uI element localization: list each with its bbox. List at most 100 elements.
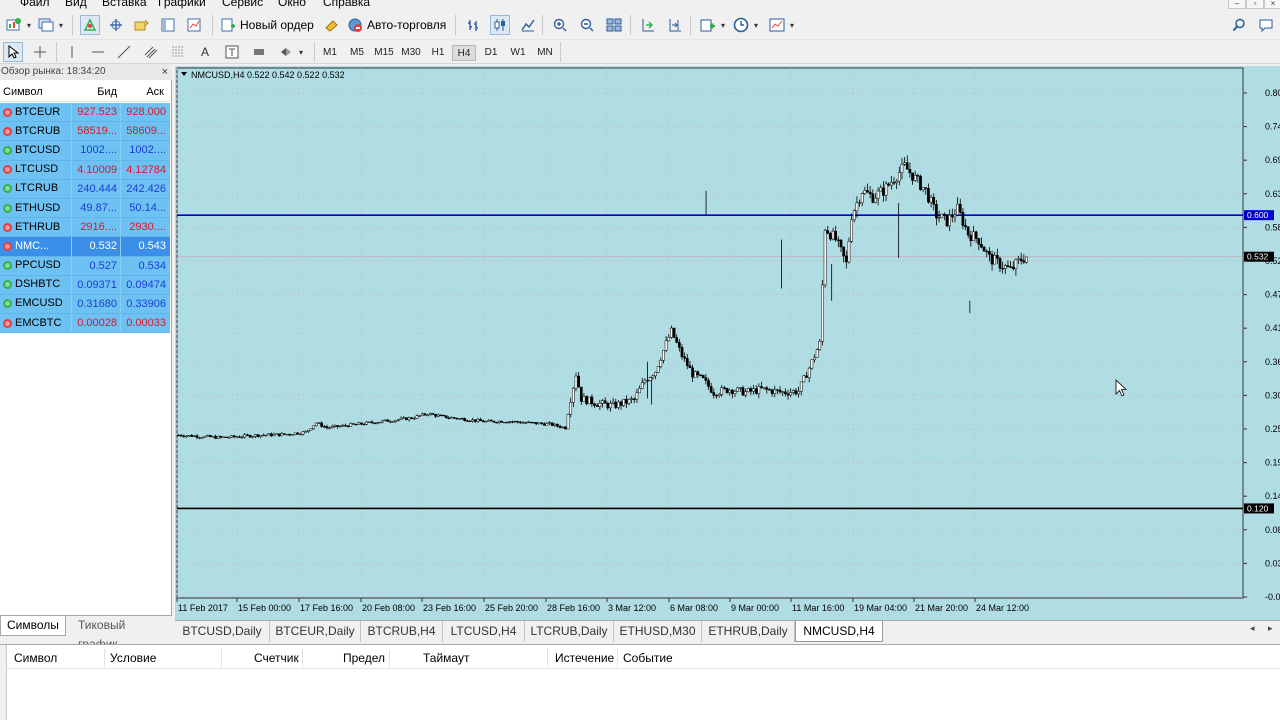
data-window-icon[interactable]	[106, 15, 126, 35]
timeframe-m5[interactable]: M5	[345, 45, 369, 61]
alerts-col-counter[interactable]: Счетчик	[254, 651, 299, 665]
vertical-line-icon[interactable]	[62, 42, 82, 62]
search-icon[interactable]	[1229, 15, 1249, 35]
menu-charts[interactable]: Графики	[158, 0, 206, 9]
alerts-col-condition[interactable]: Условие	[110, 651, 156, 665]
market-watch-row[interactable]: BTCUSD 1002.... 1002....	[0, 141, 170, 161]
periods-icon[interactable]	[731, 15, 758, 35]
market-watch-row[interactable]: DSHBTC 0.09371 0.09474	[0, 275, 170, 295]
timeframe-d1[interactable]: D1	[479, 45, 503, 61]
chart-window[interactable]: 0.6000.1200.532 0.8000.7450.6900.6350.58…	[175, 66, 1280, 620]
horizontal-line-icon[interactable]	[88, 42, 108, 62]
chat-icon[interactable]	[1256, 15, 1276, 35]
chart-tab[interactable]: NMCUSD,H4	[795, 621, 883, 642]
timeframe-m30[interactable]: M30	[399, 45, 423, 61]
bid-cell: 0.527	[71, 256, 120, 275]
candle-body	[717, 394, 721, 396]
equidistant-channel-icon[interactable]	[141, 42, 161, 62]
line-chart-icon[interactable]	[518, 15, 538, 35]
templates-icon[interactable]	[767, 15, 794, 35]
chart-tab[interactable]: ETHUSD,M30	[614, 621, 702, 642]
menu-window[interactable]: Окно	[278, 0, 306, 9]
column-header-bid[interactable]: Бид	[71, 82, 120, 101]
market-watch-row[interactable]: NMC... 0.532 0.543	[0, 237, 170, 257]
auto-scroll-icon[interactable]	[638, 15, 658, 35]
timeframe-h4[interactable]: H4	[452, 45, 476, 61]
cursor-icon[interactable]	[3, 42, 23, 62]
tab-symbols[interactable]: Символы	[0, 616, 66, 636]
new-order-button[interactable]: Новый ордер	[220, 14, 314, 36]
menu-help[interactable]: Справка	[323, 0, 370, 9]
strategy-tester-icon[interactable]	[184, 15, 204, 35]
tabs-scroll-right-icon[interactable]: ▸	[1268, 623, 1273, 634]
tile-windows-icon[interactable]	[604, 15, 624, 35]
crosshair-icon[interactable]	[30, 42, 50, 62]
fibonacci-icon[interactable]	[168, 42, 188, 62]
ask-cell: 0.534	[120, 256, 169, 275]
tabs-scroll-left-icon[interactable]: ◂	[1250, 623, 1255, 634]
chart-tab[interactable]: BTCRUB,H4	[361, 621, 443, 642]
market-watch-icon[interactable]	[80, 15, 100, 35]
close-icon[interactable]: ×	[162, 64, 168, 80]
bar-chart-icon[interactable]	[464, 15, 484, 35]
column-header-ask[interactable]: Аск	[120, 82, 169, 101]
timeframe-m15[interactable]: M15	[372, 45, 396, 61]
alerts-col-timeout[interactable]: Таймаут	[423, 651, 469, 665]
menu-insert[interactable]: Вставка	[102, 0, 147, 9]
indicators-icon[interactable]	[698, 15, 725, 35]
timeframe-w1[interactable]: W1	[506, 45, 530, 61]
candle-body	[786, 393, 790, 396]
zoom-out-icon[interactable]	[577, 15, 597, 35]
market-watch-row[interactable]: BTCEUR 927.523 928.000	[0, 103, 170, 123]
chart-tab[interactable]: LTCUSD,H4	[443, 621, 525, 642]
alerts-col-expiration[interactable]: Истечение	[555, 651, 614, 665]
market-watch-row[interactable]: PPCUSD 0.527 0.534	[0, 256, 170, 276]
timeframe-mn[interactable]: MN	[533, 45, 557, 61]
close-window-button[interactable]: ×	[1264, 0, 1280, 9]
trendline-icon[interactable]	[114, 42, 134, 62]
alerts-col-symbol[interactable]: Символ	[14, 651, 57, 665]
navigator-icon[interactable]	[132, 15, 152, 35]
new-chart-icon[interactable]	[4, 15, 31, 35]
zoom-in-icon[interactable]	[550, 15, 570, 35]
candles	[177, 155, 1028, 440]
price-chart[interactable]: 0.6000.1200.532 0.8000.7450.6900.6350.58…	[175, 66, 1280, 620]
text-label-icon[interactable]	[222, 42, 242, 62]
chart-tab[interactable]: BTCEUR,Daily	[270, 621, 361, 642]
market-watch-row[interactable]: ETHUSD 49.87... 50.14...	[0, 198, 170, 219]
minimize-button[interactable]: –	[1228, 0, 1246, 9]
chart-shift-icon[interactable]	[665, 15, 685, 35]
chart-tab[interactable]: BTCUSD,Daily	[175, 621, 270, 642]
market-watch-row[interactable]: ETHRUB 2916.... 2930....	[0, 218, 170, 238]
candle-body	[389, 421, 392, 423]
candle-body	[407, 417, 411, 421]
metaeditor-icon[interactable]	[322, 15, 342, 35]
market-watch-row[interactable]: LTCUSD 4.10009 4.12784	[0, 160, 170, 180]
alerts-col-limit[interactable]: Предел	[343, 651, 385, 665]
alerts-col-event[interactable]: Событие	[623, 651, 673, 665]
terminal-icon[interactable]	[158, 15, 178, 35]
column-header-symbol[interactable]: Символ	[0, 82, 71, 101]
text-icon[interactable]: A	[195, 42, 215, 62]
candle-body	[744, 391, 747, 396]
menu-file[interactable]: Файл	[20, 0, 50, 9]
chart-tab[interactable]: ETHRUB,Daily	[702, 621, 795, 642]
autotrading-button[interactable]: Авто-торговля	[347, 14, 446, 36]
market-watch-row[interactable]: EMCBTC 0.00028 0.00033	[0, 314, 170, 334]
restore-button[interactable]: ▫	[1246, 0, 1264, 9]
profiles-icon[interactable]	[36, 15, 63, 35]
arrow-object-icon[interactable]	[249, 42, 269, 62]
candle-body	[640, 382, 644, 389]
timeframe-h1[interactable]: H1	[426, 45, 450, 61]
candlestick-chart-icon[interactable]	[490, 15, 510, 35]
market-watch-row[interactable]: BTCRUB 58519... 58609...	[0, 122, 170, 142]
tab-tick-chart[interactable]: Тиковый график	[72, 616, 172, 651]
chart-tab[interactable]: LTCRUB,Daily	[525, 621, 614, 642]
shapes-icon[interactable]	[276, 42, 303, 62]
menu-tools[interactable]: Сервис	[222, 0, 263, 9]
candle-body	[240, 436, 244, 439]
market-watch-row[interactable]: EMCUSD 0.31680 0.33906	[0, 294, 170, 315]
menu-view[interactable]: Вид	[65, 0, 87, 9]
market-watch-row[interactable]: LTCRUB 240.444 242.426	[0, 179, 170, 199]
timeframe-m1[interactable]: M1	[318, 45, 342, 61]
